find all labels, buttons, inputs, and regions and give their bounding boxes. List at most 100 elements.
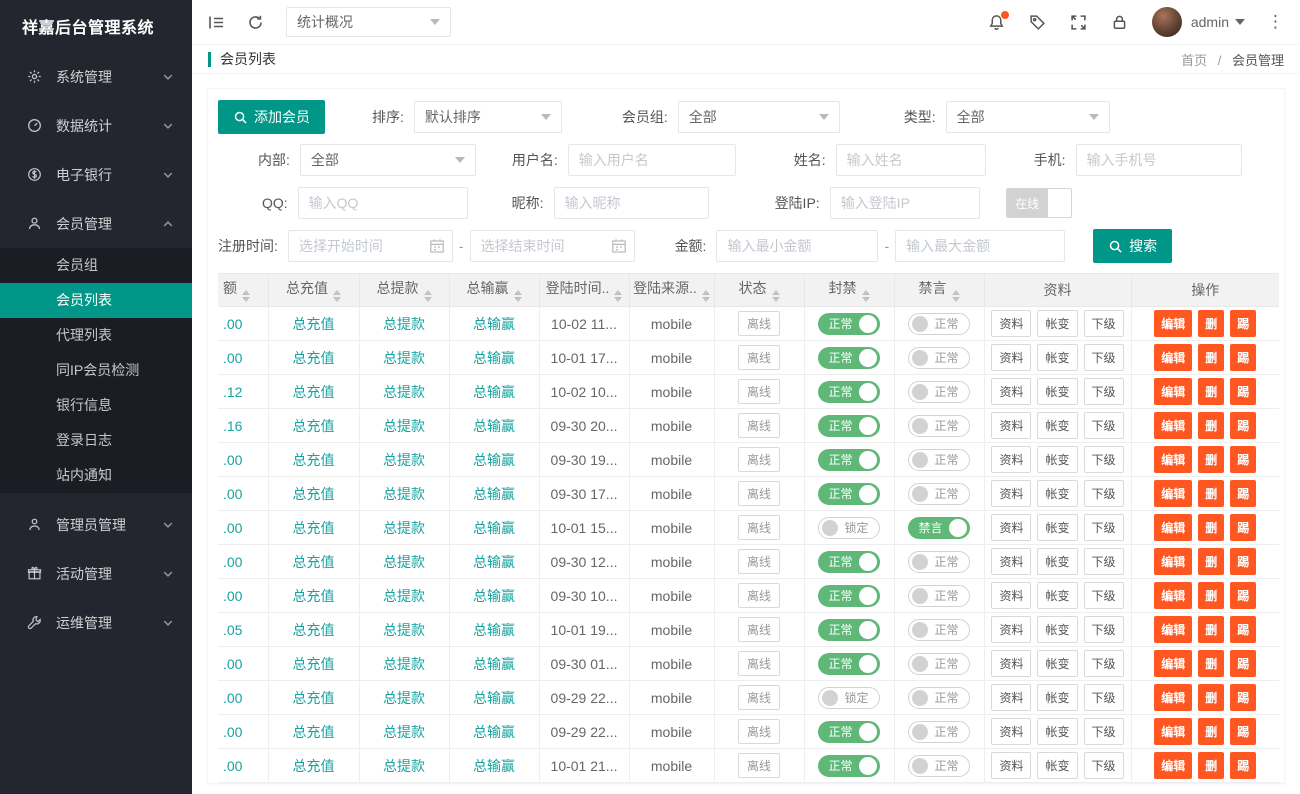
account-change-button[interactable]: 帐变 <box>1037 684 1077 711</box>
total-winlose-link[interactable]: 总输赢 <box>473 724 515 740</box>
kick-button[interactable]: 踢 <box>1230 752 1256 779</box>
mute-toggle[interactable]: 正常 <box>908 755 969 777</box>
total-recharge-link[interactable]: 总充值 <box>293 384 335 400</box>
sort-icon[interactable] <box>333 290 341 302</box>
sort-icon[interactable] <box>242 290 250 302</box>
subordinate-button[interactable]: 下级 <box>1084 378 1124 405</box>
delete-button[interactable]: 删 <box>1198 650 1224 677</box>
type-select[interactable]: 全部 <box>946 101 1110 133</box>
delete-button[interactable]: 删 <box>1198 412 1224 439</box>
mute-toggle[interactable]: 正常 <box>908 483 969 505</box>
profile-button[interactable]: 资料 <box>991 616 1031 643</box>
delete-button[interactable]: 删 <box>1198 378 1224 405</box>
kick-button[interactable]: 踢 <box>1230 548 1256 575</box>
subordinate-button[interactable]: 下级 <box>1084 650 1124 677</box>
ban-toggle[interactable]: 正常 <box>818 585 879 607</box>
ban-toggle[interactable]: 锁定 <box>818 517 879 539</box>
refresh-icon[interactable] <box>247 14 264 31</box>
sidebar-item-member-groups[interactable]: 会员组 <box>0 248 192 283</box>
admin-dropdown[interactable]: admin <box>1191 14 1245 30</box>
kick-button[interactable]: 踢 <box>1230 480 1256 507</box>
col-total-recharge[interactable]: 总充值 <box>268 274 359 307</box>
mute-toggle[interactable]: 正常 <box>908 449 969 471</box>
account-change-button[interactable]: 帐变 <box>1037 650 1077 677</box>
delete-button[interactable]: 删 <box>1198 310 1224 337</box>
ban-toggle[interactable]: 正常 <box>818 551 879 573</box>
mute-toggle[interactable]: 禁言 <box>908 517 969 539</box>
edit-button[interactable]: 编辑 <box>1154 378 1192 405</box>
total-withdraw-link[interactable]: 总提款 <box>383 758 425 774</box>
col-total-winlose[interactable]: 总输赢 <box>449 274 539 307</box>
total-withdraw-link[interactable]: 总提款 <box>383 418 425 434</box>
total-withdraw-link[interactable]: 总提款 <box>383 724 425 740</box>
edit-button[interactable]: 编辑 <box>1154 718 1192 745</box>
total-withdraw-link[interactable]: 总提款 <box>383 622 425 638</box>
internal-select[interactable]: 全部 <box>300 144 476 176</box>
profile-button[interactable]: 资料 <box>991 684 1031 711</box>
col-ban[interactable]: 封禁 <box>804 274 894 307</box>
sidebar-item-member-list[interactable]: 会员列表 <box>0 283 192 318</box>
total-withdraw-link[interactable]: 总提款 <box>383 690 425 706</box>
edit-button[interactable]: 编辑 <box>1154 514 1192 541</box>
sidebar-item-bank-info[interactable]: 银行信息 <box>0 388 192 423</box>
delete-button[interactable]: 删 <box>1198 752 1224 779</box>
total-withdraw-link[interactable]: 总提款 <box>383 656 425 672</box>
ban-toggle[interactable]: 正常 <box>818 653 879 675</box>
edit-button[interactable]: 编辑 <box>1154 616 1192 643</box>
more-menu-icon[interactable]: ⋮ <box>1267 12 1284 32</box>
delete-button[interactable]: 删 <box>1198 446 1224 473</box>
delete-button[interactable]: 删 <box>1198 582 1224 609</box>
profile-button[interactable]: 资料 <box>991 310 1031 337</box>
total-recharge-link[interactable]: 总充值 <box>293 724 335 740</box>
total-winlose-link[interactable]: 总输赢 <box>473 486 515 502</box>
total-withdraw-link[interactable]: 总提款 <box>383 588 425 604</box>
profile-button[interactable]: 资料 <box>991 344 1031 371</box>
sort-icon[interactable] <box>424 290 432 302</box>
min-amount-input[interactable] <box>716 230 878 262</box>
account-change-button[interactable]: 帐变 <box>1037 310 1077 337</box>
total-winlose-link[interactable]: 总输赢 <box>473 384 515 400</box>
subordinate-button[interactable]: 下级 <box>1084 446 1124 473</box>
kick-button[interactable]: 踢 <box>1230 650 1256 677</box>
subordinate-button[interactable]: 下级 <box>1084 480 1124 507</box>
profile-button[interactable]: 资料 <box>991 548 1031 575</box>
subordinate-button[interactable]: 下级 <box>1084 684 1124 711</box>
lock-icon[interactable] <box>1111 14 1128 31</box>
add-member-button[interactable]: 添加会员 <box>218 100 325 134</box>
subordinate-button[interactable]: 下级 <box>1084 718 1124 745</box>
account-change-button[interactable]: 帐变 <box>1037 752 1077 779</box>
login-ip-input[interactable] <box>830 187 980 219</box>
profile-button[interactable]: 资料 <box>991 752 1031 779</box>
profile-button[interactable]: 资料 <box>991 480 1031 507</box>
sort-icon[interactable] <box>772 290 780 302</box>
nickname-input[interactable] <box>554 187 709 219</box>
subordinate-button[interactable]: 下级 <box>1084 548 1124 575</box>
sidebar-item-ebank[interactable]: 电子银行 <box>0 150 192 199</box>
total-recharge-link[interactable]: 总充值 <box>293 316 335 332</box>
total-withdraw-link[interactable]: 总提款 <box>383 554 425 570</box>
sidebar-item-system[interactable]: 系统管理 <box>0 52 192 101</box>
ban-toggle[interactable]: 锁定 <box>818 687 879 709</box>
kick-button[interactable]: 踢 <box>1230 582 1256 609</box>
kick-button[interactable]: 踢 <box>1230 718 1256 745</box>
total-withdraw-link[interactable]: 总提款 <box>383 350 425 366</box>
account-change-button[interactable]: 帐变 <box>1037 718 1077 745</box>
account-change-button[interactable]: 帐变 <box>1037 446 1077 473</box>
total-withdraw-link[interactable]: 总提款 <box>383 316 425 332</box>
avatar[interactable] <box>1152 7 1182 37</box>
col-status[interactable]: 状态 <box>714 274 804 307</box>
ban-toggle[interactable]: 正常 <box>818 313 879 335</box>
kick-button[interactable]: 踢 <box>1230 514 1256 541</box>
sort-select[interactable]: 默认排序 <box>414 101 562 133</box>
notifications-bell-icon[interactable] <box>988 14 1005 31</box>
mute-toggle[interactable]: 正常 <box>908 551 969 573</box>
col-login-time[interactable]: 登陆时间.. <box>539 274 629 307</box>
delete-button[interactable]: 删 <box>1198 514 1224 541</box>
edit-button[interactable]: 编辑 <box>1154 480 1192 507</box>
account-change-button[interactable]: 帐变 <box>1037 548 1077 575</box>
total-winlose-link[interactable]: 总输赢 <box>473 316 515 332</box>
subordinate-button[interactable]: 下级 <box>1084 514 1124 541</box>
edit-button[interactable]: 编辑 <box>1154 412 1192 439</box>
total-recharge-link[interactable]: 总充值 <box>293 554 335 570</box>
phone-input[interactable] <box>1076 144 1242 176</box>
